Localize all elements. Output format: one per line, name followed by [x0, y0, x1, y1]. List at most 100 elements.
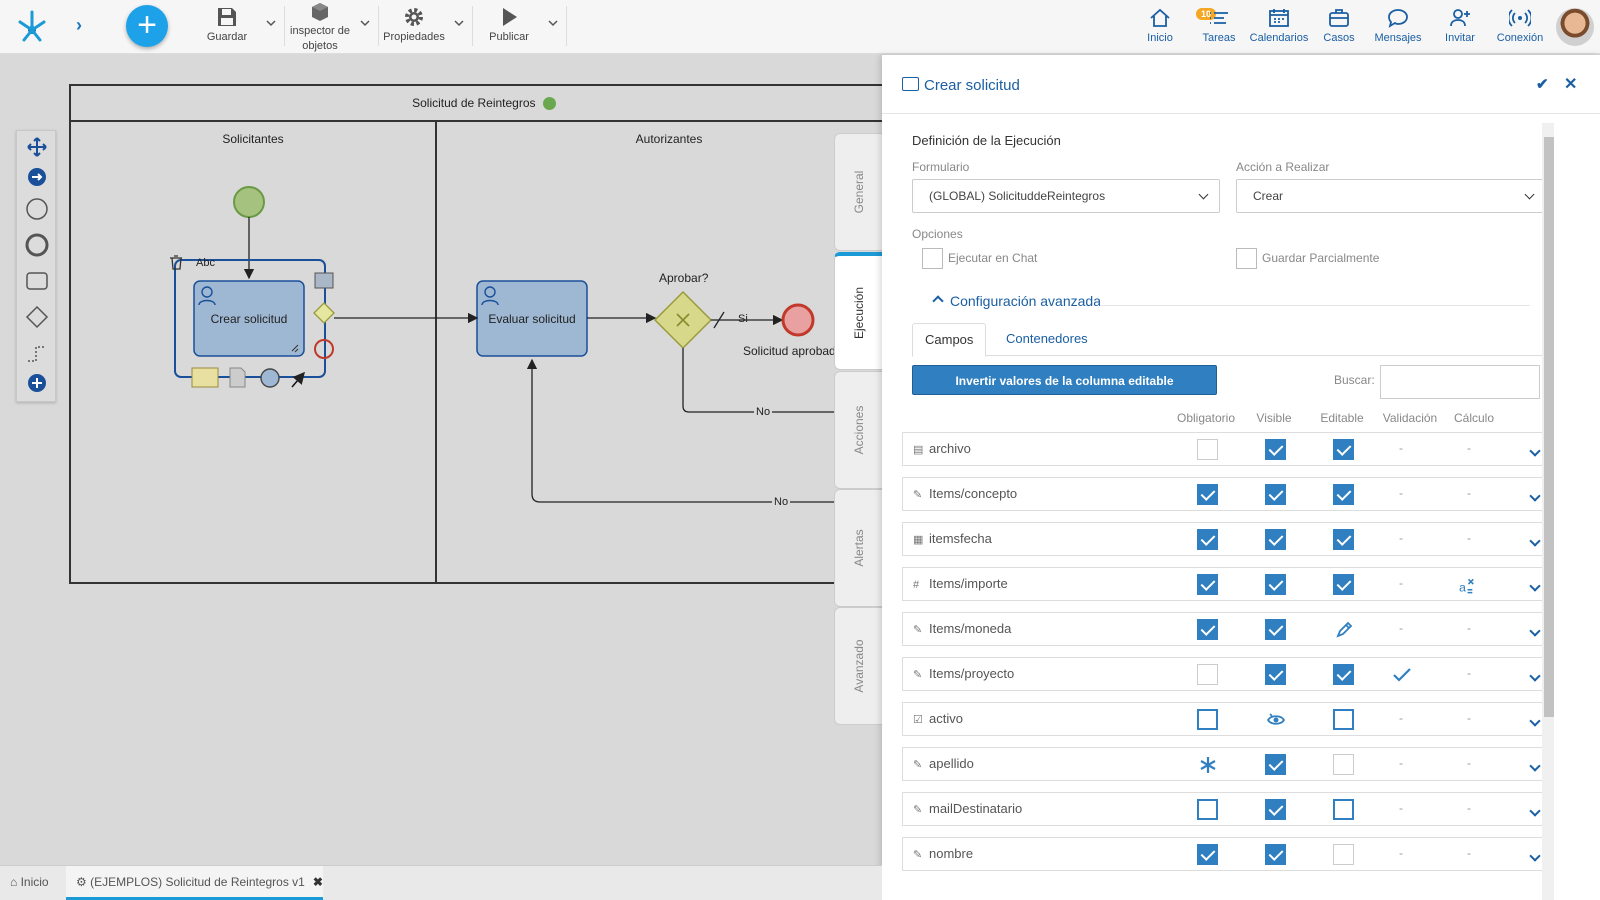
quick-add-task-icon[interactable]	[314, 272, 334, 289]
vtab-general[interactable]: General	[834, 133, 882, 251]
palette-more-icon[interactable]	[17, 367, 57, 399]
table-row[interactable]: ✎ Items/concepto - -	[902, 477, 1550, 511]
expand-row-chevron-icon[interactable]	[1529, 625, 1541, 637]
save-partial-checkbox[interactable]	[1236, 248, 1257, 269]
asterisk-icon[interactable]	[1197, 754, 1218, 775]
expand-row-chevron-icon[interactable]	[1529, 535, 1541, 547]
obligatorio-checkbox[interactable]	[1197, 709, 1218, 730]
table-row[interactable]: ▤ archivo - -	[902, 432, 1550, 466]
visible-checkbox[interactable]	[1265, 844, 1286, 865]
nav-invite[interactable]: Invitar	[1442, 8, 1478, 45]
form-select[interactable]: (GLOBAL) SolicituddeReintegros	[912, 179, 1220, 213]
expand-row-chevron-icon[interactable]	[1529, 445, 1541, 457]
visible-checkbox[interactable]	[1265, 574, 1286, 595]
quick-add-document-icon[interactable]	[229, 367, 246, 388]
tab-contenedores[interactable]: Contenedores	[994, 323, 1100, 357]
confirm-check-icon[interactable]: ✔	[1536, 75, 1549, 93]
quick-add-annotation-icon[interactable]	[191, 367, 219, 388]
quick-add-gateway-icon[interactable]	[313, 302, 335, 324]
bottom-tab-process[interactable]: ⚙ (EJEMPLOS) Solicitud de Reintegros v1 ✖	[66, 866, 323, 900]
expand-row-chevron-icon[interactable]	[1529, 850, 1541, 862]
palette-task-icon[interactable]	[17, 265, 57, 297]
obligatorio-checkbox[interactable]	[1197, 574, 1218, 595]
expand-row-chevron-icon[interactable]	[1529, 760, 1541, 772]
obligatorio-checkbox[interactable]	[1197, 619, 1218, 640]
vtab-alertas[interactable]: Alertas	[834, 489, 882, 607]
nav-messages[interactable]: Mensajes	[1372, 8, 1424, 45]
nav-connection[interactable]: Conexión	[1496, 8, 1544, 45]
vtab-acciones[interactable]: Acciones	[834, 371, 882, 489]
pencil-icon[interactable]	[1333, 619, 1354, 640]
quick-add-connector-icon[interactable]	[291, 371, 305, 388]
action-select[interactable]: Crear	[1236, 179, 1546, 213]
expand-row-chevron-icon[interactable]	[1529, 805, 1541, 817]
table-row[interactable]: ✎ mailDestinatario - -	[902, 792, 1550, 826]
panel-scrollbar[interactable]	[1542, 123, 1554, 900]
visible-checkbox[interactable]	[1265, 799, 1286, 820]
expand-row-chevron-icon[interactable]	[1529, 715, 1541, 727]
obligatorio-checkbox[interactable]	[1197, 799, 1218, 820]
obligatorio-checkbox[interactable]	[1197, 529, 1218, 550]
field-name: # Items/importe	[913, 576, 1008, 591]
formula-icon[interactable]: a	[1458, 574, 1479, 595]
editable-checkbox[interactable]	[1333, 664, 1354, 685]
vtab-ejecucion[interactable]: Ejecución	[834, 252, 882, 370]
nav-cases[interactable]: Casos	[1320, 8, 1358, 45]
obligatorio-checkbox[interactable]	[1197, 484, 1218, 505]
visible-checkbox[interactable]	[1265, 529, 1286, 550]
visible-checkbox[interactable]	[1265, 754, 1286, 775]
invert-editable-button[interactable]: Invertir valores de la columna editable	[912, 365, 1217, 395]
advanced-config-toggle[interactable]: Configuración avanzada	[930, 293, 1101, 309]
end-event[interactable]	[781, 303, 815, 337]
palette-gateway-icon[interactable]	[17, 301, 57, 333]
nav-tasks[interactable]: Tareas	[1198, 8, 1240, 45]
visible-checkbox[interactable]	[1265, 664, 1286, 685]
table-row[interactable]: ✎ Items/proyecto -	[902, 657, 1550, 691]
expand-row-chevron-icon[interactable]	[1529, 580, 1541, 592]
editable-checkbox[interactable]	[1333, 484, 1354, 505]
editable-checkbox[interactable]	[1333, 709, 1354, 730]
eye-icon[interactable]	[1265, 709, 1286, 730]
search-input[interactable]	[1380, 365, 1540, 399]
table-row[interactable]: ✎ nombre - -	[902, 837, 1550, 871]
visible-checkbox[interactable]	[1265, 439, 1286, 460]
editable-checkbox[interactable]	[1333, 529, 1354, 550]
editable-checkbox[interactable]	[1333, 439, 1354, 460]
annotation-label[interactable]: Abc	[196, 257, 215, 269]
table-row[interactable]: ▦ itemsfecha - -	[902, 522, 1550, 556]
editable-checkbox[interactable]	[1333, 844, 1354, 865]
obligatorio-checkbox[interactable]	[1197, 844, 1218, 865]
scrollbar-thumb[interactable]	[1544, 137, 1554, 717]
obligatorio-checkbox[interactable]	[1197, 664, 1218, 685]
expand-row-chevron-icon[interactable]	[1529, 670, 1541, 682]
table-row[interactable]: ✎ Items/moneda - -	[902, 612, 1550, 646]
tab-campos[interactable]: Campos	[912, 323, 987, 357]
user-avatar[interactable]	[1556, 8, 1594, 46]
vtab-avanzado[interactable]: Avanzado	[834, 607, 882, 725]
visible-checkbox[interactable]	[1265, 484, 1286, 505]
quick-add-intermediate-icon[interactable]	[260, 368, 280, 388]
flow-loop-back[interactable]	[526, 358, 860, 503]
palette-move-icon[interactable]	[17, 131, 57, 163]
palette-start-event-icon[interactable]	[17, 193, 57, 225]
start-event[interactable]	[233, 186, 265, 218]
palette-end-event-icon[interactable]	[17, 229, 57, 261]
execute-in-chat-checkbox[interactable]	[922, 248, 943, 269]
table-row[interactable]: # Items/importe - a	[902, 567, 1550, 601]
close-icon[interactable]: ✕	[1564, 74, 1577, 94]
nav-calendars[interactable]: Calendarios	[1248, 8, 1310, 45]
checkmark-icon[interactable]	[1391, 664, 1412, 685]
palette-lane-icon[interactable]	[17, 337, 57, 369]
table-row[interactable]: ✎ apellido - -	[902, 747, 1550, 781]
visible-checkbox[interactable]	[1265, 619, 1286, 640]
editable-checkbox[interactable]	[1333, 574, 1354, 595]
expand-row-chevron-icon[interactable]	[1529, 490, 1541, 502]
table-row[interactable]: ☑ activo - -	[902, 702, 1550, 736]
obligatorio-checkbox[interactable]	[1197, 439, 1218, 460]
bottom-tab-home[interactable]: ⌂ Inicio	[10, 866, 49, 900]
close-tab-icon[interactable]: ✖	[313, 875, 323, 889]
editable-checkbox[interactable]	[1333, 754, 1354, 775]
nav-home[interactable]: Inicio	[1140, 8, 1180, 45]
palette-connector-icon[interactable]	[17, 161, 57, 193]
editable-checkbox[interactable]	[1333, 799, 1354, 820]
